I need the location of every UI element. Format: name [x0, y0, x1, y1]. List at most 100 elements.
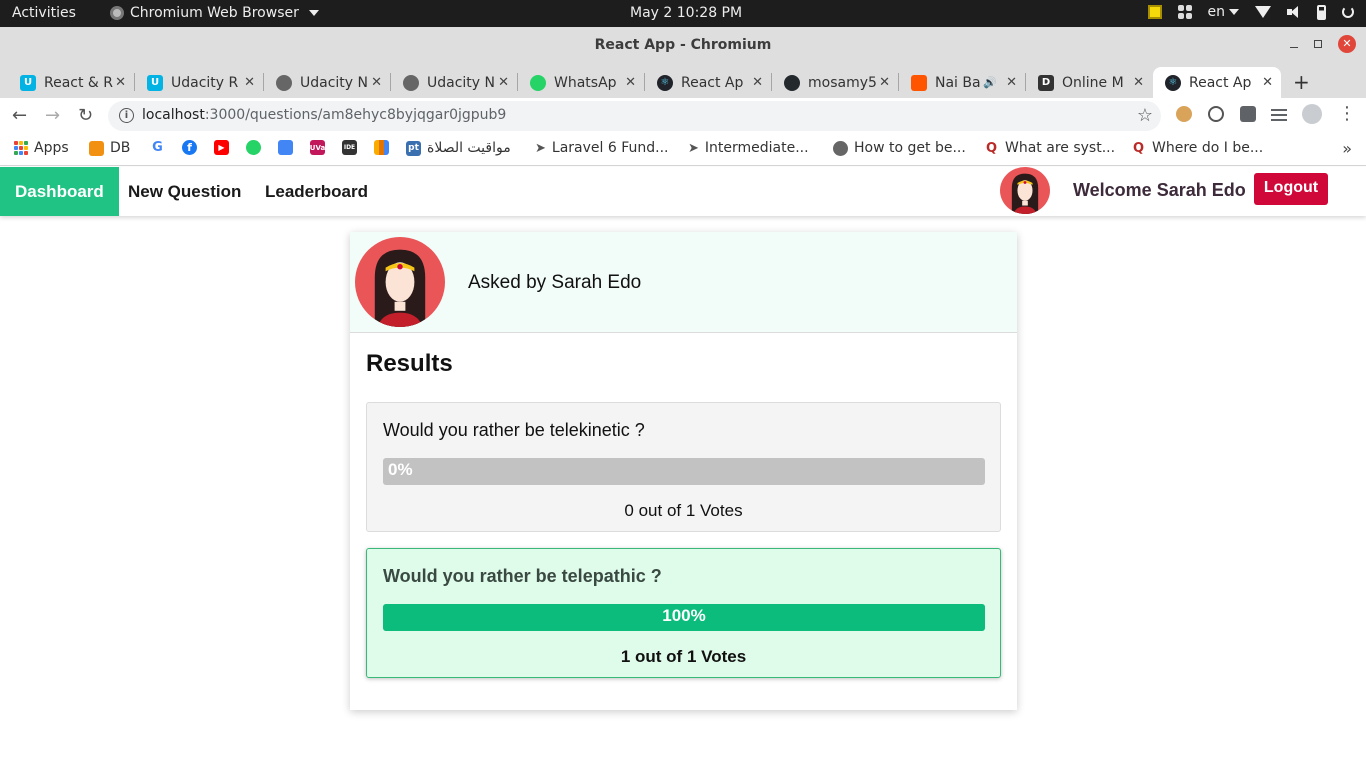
tab-title: React Ap	[1189, 74, 1252, 91]
slack-icon[interactable]	[1177, 5, 1192, 19]
soundcloud-icon	[911, 74, 927, 91]
browser-tab[interactable]: mosamy5 ✕	[772, 67, 898, 98]
bookmark-intermediate[interactable]: ➤ Intermediate...	[688, 140, 809, 156]
new-tab-button[interactable]: +	[1293, 70, 1310, 94]
tab-strip: U React & R ✕ U Udacity R ✕ Udacity N ✕ …	[0, 63, 1366, 98]
bookmark-db[interactable]: DB	[89, 140, 130, 156]
ideone-icon: IDE	[342, 140, 357, 155]
welcome-text: Welcome Sarah Edo	[1073, 180, 1246, 200]
forward-arrow-icon[interactable]: →	[45, 105, 60, 126]
power-icon[interactable]	[1342, 6, 1354, 18]
browser-tab[interactable]: ⚛ React Ap ✕	[645, 67, 771, 98]
close-tab-icon[interactable]: ✕	[1006, 75, 1017, 90]
pt-icon: pt	[406, 140, 421, 156]
bookmark-star-icon[interactable]: ☆	[1137, 105, 1153, 126]
bookmark-ide[interactable]: IDE	[342, 140, 357, 155]
bookmark-apps[interactable]: Apps	[14, 140, 69, 156]
tab-title: Online M	[1062, 74, 1124, 91]
sticky-note-icon[interactable]	[1147, 5, 1162, 19]
bookmark-youtube[interactable]: ▶	[214, 140, 229, 155]
apps-grid-icon	[14, 141, 28, 155]
wonder-woman-avatar-icon	[374, 249, 426, 327]
bookmark-where-do[interactable]: Q Where do I be...	[1131, 140, 1263, 156]
browser-tab[interactable]: U Udacity R ✕	[135, 67, 263, 98]
browser-tab[interactable]: D Online M ✕	[1026, 67, 1152, 98]
volume-icon[interactable]	[1287, 6, 1301, 18]
chevron-more-icon[interactable]: »	[1342, 139, 1352, 158]
close-tab-icon[interactable]: ✕	[498, 75, 509, 90]
media-control-icon[interactable]	[1271, 109, 1287, 111]
react-icon: ⚛	[657, 74, 673, 91]
close-tab-icon[interactable]: ✕	[115, 75, 126, 90]
language-menu[interactable]: en	[1207, 4, 1239, 20]
bookmark-whatsapp[interactable]	[246, 140, 261, 155]
bookmarks-bar: Apps DB G f ▶ UVa IDE pt مواقيت الصلاة ➤…	[0, 134, 1366, 166]
kebab-menu-icon[interactable]: ⋮	[1338, 103, 1356, 124]
reload-icon[interactable]: ↻	[78, 105, 93, 126]
bookmark-how-to[interactable]: How to get be...	[833, 140, 966, 156]
browser-tab[interactable]: Udacity N ✕	[391, 67, 517, 98]
address-bar[interactable]: i localhost:3000/questions/am8ehyc8byjqg…	[108, 101, 1161, 131]
quora-icon: Q	[984, 140, 999, 156]
recycle-extension-icon[interactable]	[1208, 106, 1224, 122]
close-tab-icon[interactable]: ✕	[244, 75, 255, 90]
nav-dashboard[interactable]: Dashboard	[0, 167, 119, 216]
battery-icon[interactable]	[1317, 4, 1326, 20]
language-label: en	[1207, 4, 1226, 20]
minimize-button[interactable]	[1290, 46, 1298, 48]
speaker-icon[interactable]: 🔊	[983, 76, 997, 89]
browser-tab[interactable]: WhatsAp ✕	[518, 67, 644, 98]
profile-avatar-icon[interactable]	[1302, 104, 1322, 124]
close-tab-icon[interactable]: ✕	[625, 75, 636, 90]
globe-icon	[276, 74, 292, 91]
close-tab-icon[interactable]: ✕	[371, 75, 382, 90]
google-icon: G	[150, 140, 165, 155]
d-icon: D	[1038, 74, 1054, 91]
bookmark-google[interactable]: G	[150, 140, 165, 155]
browser-tab[interactable]: Nai Ba 🔊 ✕	[899, 67, 1025, 98]
votes-count: 0 out of 1 Votes	[624, 501, 743, 520]
percent-label: 0%	[388, 460, 413, 479]
bookmark-what-are[interactable]: Q What are syst...	[984, 140, 1115, 156]
udacity-icon: U	[147, 74, 163, 91]
close-window-button[interactable]: ✕	[1338, 35, 1356, 53]
asked-by-text: Asked by Sarah Edo	[468, 272, 642, 293]
browser-tab[interactable]: U React & R ✕	[8, 67, 134, 98]
activities-button[interactable]: Activities	[12, 5, 76, 21]
close-tab-icon[interactable]: ✕	[1133, 75, 1144, 90]
logout-button[interactable]: Logout	[1254, 173, 1328, 205]
bookmark-label: Laravel 6 Fund...	[551, 140, 669, 156]
bookmark-analytics[interactable]	[374, 140, 389, 155]
paper-plane-icon: ➤	[535, 140, 546, 156]
url-text[interactable]: localhost:3000/questions/am8ehyc8byjqgar…	[142, 107, 506, 123]
bookmark-prayer-times[interactable]: pt مواقيت الصلاة	[406, 140, 511, 156]
bookmark-label: Intermediate...	[704, 140, 809, 156]
info-icon[interactable]: i	[119, 108, 134, 123]
maximize-button[interactable]	[1314, 40, 1322, 48]
cookie-extension-icon[interactable]	[1176, 106, 1192, 122]
browser-tab[interactable]: Udacity N ✕	[264, 67, 390, 98]
bookmark-uva[interactable]: UVa	[310, 140, 325, 155]
tab-title: Udacity N	[427, 74, 495, 91]
bookmark-laravel[interactable]: ➤ Laravel 6 Fund...	[535, 140, 669, 156]
votes-count: 1 out of 1 Votes	[620, 647, 747, 666]
browser-tab-active[interactable]: ⚛ React Ap ✕	[1153, 67, 1281, 98]
caret-down-icon	[1229, 9, 1239, 15]
app-menu[interactable]: Chromium Web Browser	[110, 5, 319, 21]
close-tab-icon[interactable]: ✕	[879, 75, 890, 90]
paper-plane-icon: ➤	[688, 140, 699, 156]
wifi-icon[interactable]	[1255, 6, 1271, 18]
bookmark-facebook[interactable]: f	[182, 140, 197, 155]
youtube-icon: ▶	[214, 140, 229, 155]
back-arrow-icon[interactable]: ←	[12, 105, 27, 126]
nav-new-question[interactable]: New Question	[113, 167, 256, 216]
card-header: Asked by Sarah Edo	[350, 232, 1017, 333]
bookmark-translate[interactable]	[278, 140, 293, 155]
close-tab-icon[interactable]: ✕	[752, 75, 763, 90]
option-text: Would you rather be telepathic ?	[383, 566, 662, 586]
app-menu-label: Chromium Web Browser	[130, 5, 299, 21]
nav-leaderboard[interactable]: Leaderboard	[250, 167, 383, 216]
puzzle-extensions-icon[interactable]	[1240, 106, 1256, 122]
clock[interactable]: May 2 10:28 PM	[630, 5, 742, 21]
close-tab-icon[interactable]: ✕	[1262, 75, 1273, 90]
